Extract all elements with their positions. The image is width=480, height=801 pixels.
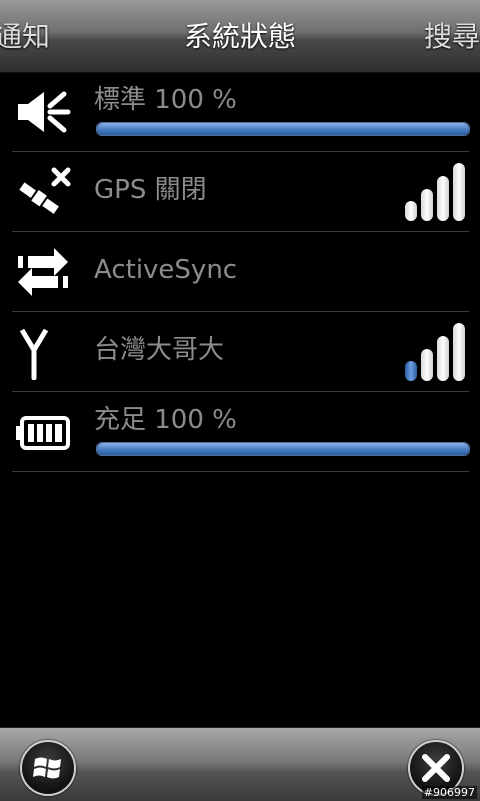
signal-bar-1: [405, 361, 417, 381]
header-bar: 通知 系統狀態 搜尋: [0, 0, 480, 73]
signal-bar-1: [405, 201, 417, 221]
activesync-arrows-icon: [18, 248, 68, 296]
signal-bar-2: [421, 189, 433, 221]
signal-bar-4: [453, 163, 465, 221]
list-item-activesync[interactable]: ActiveSync: [12, 232, 469, 312]
list-item-carrier[interactable]: 台灣大哥大: [12, 312, 469, 392]
signal-bar-3: [437, 336, 449, 381]
signal-bar-4: [453, 323, 465, 381]
bottom-bar: #906997: [0, 727, 480, 801]
list-item-battery[interactable]: 充足 100 %: [12, 392, 470, 472]
gps-label: GPS 關閉: [94, 175, 207, 205]
battery-label: 充足 100 %: [94, 405, 237, 435]
signal-bar-2: [421, 349, 433, 381]
carrier-label: 台灣大哥大: [94, 335, 225, 365]
watermark-text: #906997: [421, 786, 477, 799]
tab-search[interactable]: 搜尋: [424, 17, 480, 57]
battery-progress-bar: [96, 442, 470, 456]
gps-signal-bars: [405, 163, 467, 221]
battery-icon: [16, 416, 70, 450]
volume-label: 標準 100 %: [94, 85, 237, 115]
battery-progress-fill: [97, 443, 469, 455]
list-item-gps[interactable]: GPS 關閉: [12, 152, 469, 232]
page-title: 系統狀態: [183, 20, 296, 53]
activesync-label: ActiveSync: [94, 255, 238, 285]
antenna-icon: [19, 328, 49, 380]
start-button[interactable]: [20, 740, 76, 796]
windows-flag-icon: [33, 757, 61, 779]
volume-progress-bar[interactable]: [96, 122, 470, 136]
gps-satellite-off-icon: [19, 167, 71, 214]
signal-bar-3: [437, 176, 449, 221]
carrier-signal-bars: [405, 323, 467, 381]
list-item-volume[interactable]: 標準 100 %: [12, 72, 470, 152]
speaker-icon: [18, 91, 71, 133]
volume-progress-fill: [97, 123, 469, 135]
